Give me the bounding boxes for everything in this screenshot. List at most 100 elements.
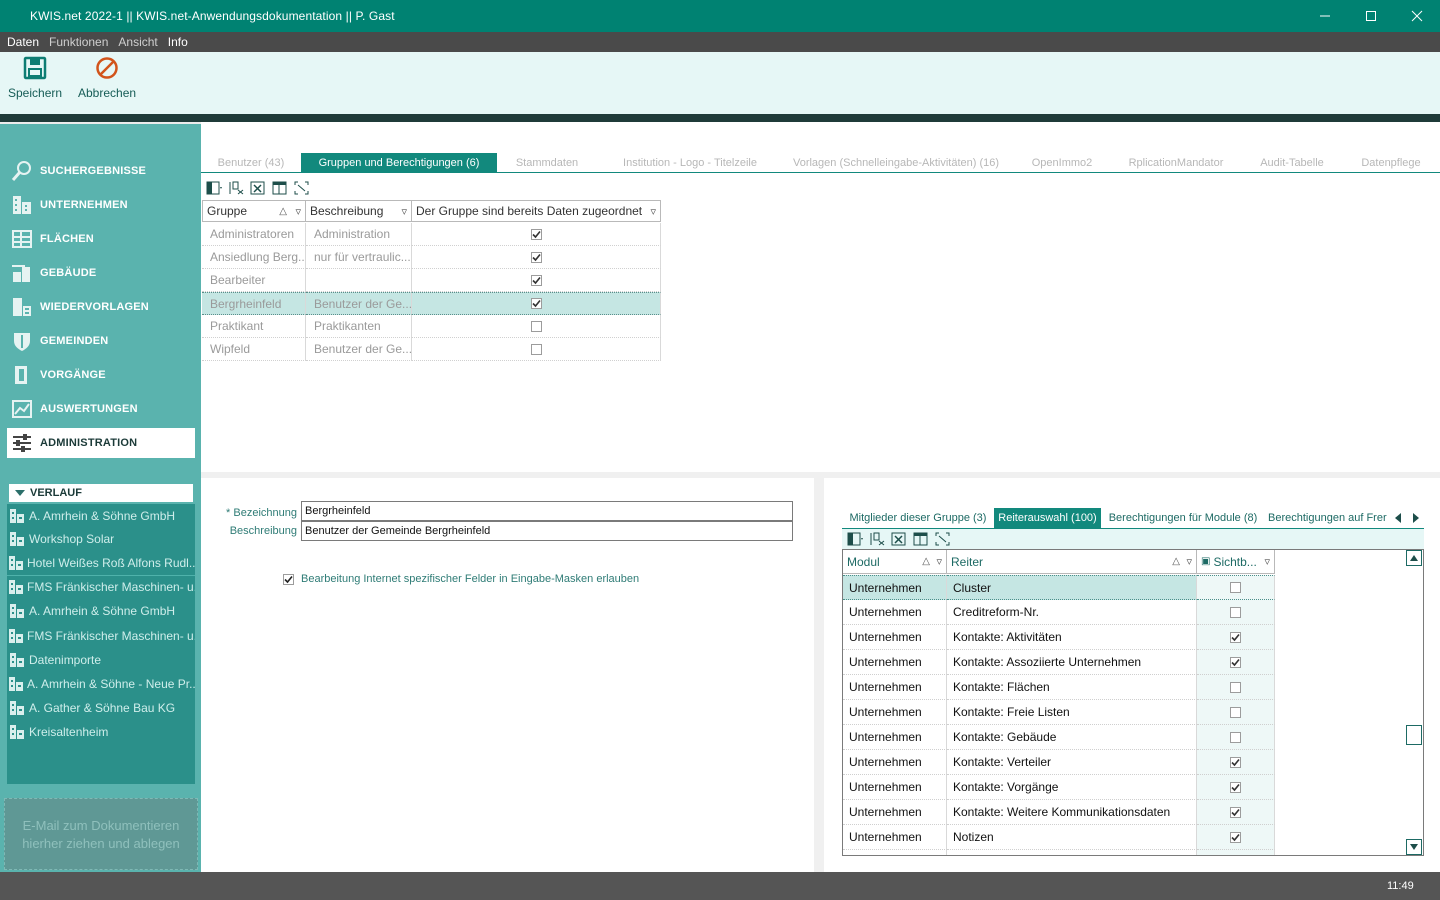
- visible-checkbox[interactable]: [1230, 706, 1241, 718]
- subtab-berechtigungen-frei[interactable]: Berechtigungen auf Frer: [1268, 508, 1390, 528]
- tab-datenpflege[interactable]: Datenpflege: [1351, 153, 1431, 172]
- visible-checkbox[interactable]: [1230, 731, 1241, 743]
- verlauf-item[interactable]: FMS Fränkischer Maschinen- u...: [7, 624, 195, 647]
- column-header-gruppe[interactable]: Gruppe △ ▿: [202, 200, 306, 222]
- assigned-checkbox[interactable]: [530, 228, 542, 240]
- clear-filter-icon[interactable]: [868, 531, 886, 547]
- verlauf-item[interactable]: Workshop Solar: [7, 527, 195, 550]
- verlauf-item[interactable]: Hotel Weißes Roß Alfons Rudl...: [7, 551, 195, 574]
- column-header-modul[interactable]: Modul △ ▿: [843, 550, 947, 574]
- sort-icon[interactable]: △: [279, 206, 287, 217]
- verlauf-item[interactable]: A. Gather & Söhne Bau KG: [7, 696, 195, 719]
- verlauf-item[interactable]: A. Amrhein & Söhne GmbH: [7, 599, 195, 622]
- minimize-button[interactable]: [1302, 0, 1348, 32]
- assigned-checkbox[interactable]: [530, 251, 542, 263]
- subtab-module[interactable]: Berechtigungen für Module (8): [1104, 508, 1262, 528]
- scrollbar-thumb[interactable]: [1406, 725, 1422, 745]
- tab-audit[interactable]: Audit-Tabelle: [1247, 153, 1337, 172]
- table-row[interactable]: Administratoren Administration: [202, 223, 661, 246]
- fit-columns-icon[interactable]: [293, 180, 311, 196]
- sidebar-item-wiedervorlagen[interactable]: WIEDERVORLAGEN: [7, 292, 195, 322]
- assigned-checkbox[interactable]: [530, 320, 542, 332]
- column-chooser-icon[interactable]: [846, 531, 864, 547]
- verlauf-item[interactable]: Kreisaltenheim: [7, 720, 195, 743]
- verlauf-item[interactable]: FMS Fränkischer Maschinen- u...: [7, 575, 195, 598]
- table-row[interactable]: Unternehmen Kontakte: Freie Listen: [843, 700, 1275, 725]
- scrollbar-up-button[interactable]: [1406, 550, 1422, 566]
- column-header-beschreibung[interactable]: Beschreibung ▿: [306, 200, 412, 222]
- table-row[interactable]: Bergrheinfeld Benutzer der Ge...: [202, 292, 661, 315]
- table-row[interactable]: Unternehmen Kontakte: Gebäude: [843, 725, 1275, 750]
- visible-checkbox[interactable]: [1230, 631, 1241, 643]
- tab-scroll-left-icon[interactable]: [1394, 512, 1402, 527]
- column-chooser-icon[interactable]: [205, 180, 223, 196]
- verlauf-item[interactable]: A. Amrhein & Söhne - Neue Pr...: [7, 672, 195, 695]
- verlauf-header[interactable]: VERLAUF: [9, 484, 193, 502]
- sidebar-item-gemeinden[interactable]: GEMEINDEN: [7, 326, 195, 356]
- filter-icon[interactable]: ▿: [295, 205, 301, 218]
- sort-icon[interactable]: △: [922, 556, 930, 567]
- table-row[interactable]: Ansiedlung Berg... nur für vertraulic...: [202, 246, 661, 269]
- filter-icon[interactable]: ▿: [936, 555, 942, 568]
- subtab-reiterauswahl[interactable]: Reiterauswahl (100): [994, 508, 1101, 528]
- excel-export-icon[interactable]: [249, 180, 267, 196]
- menu-funktionen[interactable]: Funktionen: [49, 35, 108, 49]
- assigned-checkbox[interactable]: [530, 298, 542, 309]
- tab-vorlagen[interactable]: Vorlagen (Schnelleingabe-Aktivitäten) (1…: [785, 153, 1007, 172]
- maximize-button[interactable]: [1348, 0, 1394, 32]
- subtab-mitglieder[interactable]: Mitglieder dieser Gruppe (3): [846, 508, 990, 528]
- table-row[interactable]: Wipfeld Benutzer der Ge...: [202, 338, 661, 361]
- table-row[interactable]: Unternehmen Notizen: [843, 825, 1275, 850]
- layout-icon[interactable]: [912, 531, 930, 547]
- layout-icon[interactable]: [271, 180, 289, 196]
- fit-columns-icon[interactable]: [934, 531, 952, 547]
- beschreibung-input[interactable]: Benutzer der Gemeinde Bergrheinfeld: [301, 521, 793, 541]
- tab-replication[interactable]: RplicationMandator: [1117, 153, 1235, 172]
- internet-fields-checkbox[interactable]: [283, 573, 294, 585]
- tab-scroll-right-icon[interactable]: [1412, 512, 1420, 527]
- visible-checkbox[interactable]: [1230, 806, 1241, 818]
- table-row[interactable]: Unternehmen Kontakte: Vorgänge: [843, 775, 1275, 800]
- tab-benutzer[interactable]: Benutzer (43): [201, 153, 301, 172]
- visible-checkbox[interactable]: [1230, 606, 1241, 618]
- sidebar-item-vorgaenge[interactable]: VORGÄNGE: [7, 360, 195, 390]
- sidebar-item-gebaeude[interactable]: GEBÄUDE: [7, 258, 195, 288]
- tab-gruppen[interactable]: Gruppen und Berechtigungen (6): [301, 153, 497, 172]
- scrollbar-down-button[interactable]: [1406, 839, 1422, 855]
- sort-icon[interactable]: △: [1172, 556, 1180, 567]
- column-header-reiter[interactable]: Reiter △ ▿: [947, 550, 1197, 574]
- verlauf-item[interactable]: A. Amrhein & Söhne GmbH: [7, 504, 195, 527]
- tab-institution[interactable]: Institution - Logo - Titelzeile: [601, 153, 779, 172]
- save-button[interactable]: Speichern: [8, 56, 62, 100]
- filter-icon[interactable]: ▿: [650, 205, 656, 218]
- tab-stammdaten[interactable]: Stammdaten: [501, 153, 593, 172]
- menu-info[interactable]: Info: [168, 35, 188, 49]
- visible-checkbox[interactable]: [1230, 582, 1241, 593]
- table-row[interactable]: Unternehmen Kontakte: Flächen: [843, 675, 1275, 700]
- bezeichnung-input[interactable]: Bergrheinfeld: [301, 501, 793, 521]
- table-row[interactable]: Unternehmen Kontakte: Weitere Kommunikati…: [843, 800, 1275, 825]
- verlauf-item[interactable]: Datenimporte: [7, 648, 195, 671]
- filter-icon[interactable]: ▿: [1264, 555, 1270, 568]
- internet-fields-option[interactable]: Bearbeitung Internet spezifischer Felder…: [283, 573, 639, 585]
- sidebar-item-administration[interactable]: ADMINISTRATION: [7, 428, 195, 458]
- table-row[interactable]: Unternehmen Kontakte: Aktivitäten: [843, 625, 1275, 650]
- visible-checkbox[interactable]: [1230, 831, 1241, 843]
- visible-checkbox[interactable]: [1230, 681, 1241, 693]
- menu-daten[interactable]: Daten: [7, 35, 39, 49]
- sidebar-item-suchergebnisse[interactable]: SUCHERGEBNISSE: [7, 156, 195, 186]
- close-button[interactable]: [1394, 0, 1440, 32]
- assigned-checkbox[interactable]: [530, 274, 542, 286]
- table-row[interactable]: Unternehmen Kontakte: Assoziierte Unterne…: [843, 650, 1275, 675]
- filter-icon[interactable]: ▿: [1186, 555, 1192, 568]
- visible-checkbox[interactable]: [1230, 781, 1241, 793]
- table-row[interactable]: Praktikant Praktikanten: [202, 315, 661, 338]
- column-header-sichtbar[interactable]: ▣ Sichtb... ▿: [1197, 550, 1275, 574]
- sidebar-item-auswertungen[interactable]: AUSWERTUNGEN: [7, 394, 195, 424]
- visible-checkbox[interactable]: [1230, 656, 1241, 668]
- tab-openimmo[interactable]: OpenImmo2: [1019, 153, 1105, 172]
- table-row[interactable]: Unternehmen Kontakte: Verteiler: [843, 750, 1275, 775]
- column-header-zugeordnet[interactable]: Der Gruppe sind bereits Daten zugeordnet…: [412, 200, 661, 222]
- visible-checkbox[interactable]: [1230, 756, 1241, 768]
- table-row[interactable]: Unternehmen Cluster: [843, 575, 1275, 600]
